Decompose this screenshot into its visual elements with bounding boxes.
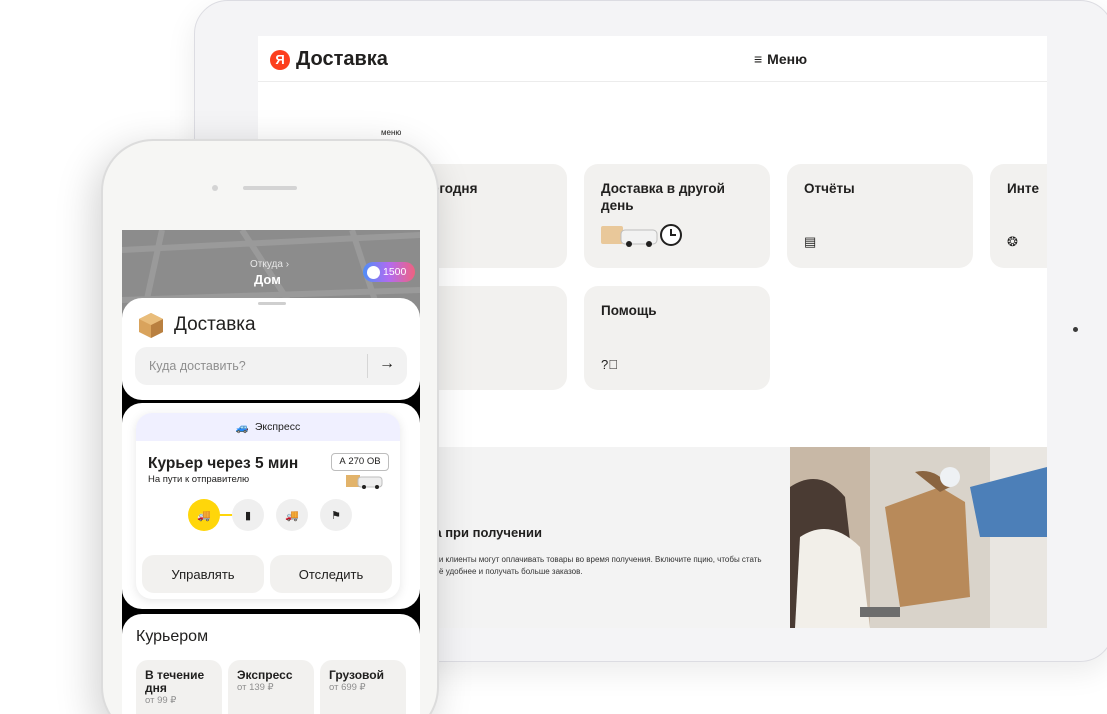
plus-points-value: 1500	[383, 266, 407, 278]
parcel-icon: ▮	[232, 499, 264, 531]
help-icon: ?⃝	[601, 357, 618, 372]
tile-title: Помощь	[601, 303, 657, 318]
truck-icon: 🚚	[276, 499, 308, 531]
site-logo[interactable]: Я Доставка	[270, 48, 388, 71]
order-progress: 🚚 ▮ 🚚 ⚑	[188, 499, 352, 533]
tariff-label: Экспресс	[254, 421, 301, 433]
from-value[interactable]: Дом	[254, 272, 281, 287]
tile-title: Доставка в другой день	[601, 181, 725, 213]
search-divider	[367, 354, 368, 378]
phone-speaker	[243, 186, 297, 190]
box-icon	[139, 313, 163, 338]
menu-label: Меню	[767, 51, 808, 67]
phone-screen: Откуда › Дом 1500 Доставка Куда доставит…	[122, 230, 420, 714]
sheet-handle[interactable]	[258, 302, 286, 305]
active-order-sheet: 🚙 Экспресс Курьер через 5 мин На пути к …	[122, 403, 420, 609]
option-price: от 99 ₽	[145, 695, 177, 706]
destination-sheet: Доставка Куда доставить? →	[122, 298, 420, 400]
from-label[interactable]: Откуда ›	[250, 259, 289, 270]
option-express[interactable]: Экспресс от 139 ₽	[228, 660, 314, 714]
plus-points-badge[interactable]: 1500	[363, 262, 415, 282]
courier-handover-photo	[790, 447, 1047, 628]
yandex-logo-icon: Я	[270, 49, 290, 70]
order-substatus: На пути к отправителю	[148, 474, 250, 485]
truck-icon: 🚚	[188, 499, 220, 531]
tablet-camera	[1073, 327, 1078, 332]
car-thumbnail-icon	[346, 475, 383, 489]
tile-help[interactable]: Помощь ?⃝	[584, 286, 770, 390]
plus-icon	[367, 265, 380, 279]
option-price: от 139 ₽	[237, 682, 274, 693]
tile-integrations[interactable]: Инте ❂	[990, 164, 1047, 268]
order-card[interactable]: 🚙 Экспресс Курьер через 5 мин На пути к …	[136, 413, 400, 599]
track-button[interactable]: Отследить	[270, 555, 392, 593]
car-clock-illustration-icon	[601, 224, 682, 247]
menu-button[interactable]: ≡ Меню	[754, 51, 807, 67]
tile-title: Отчёты	[804, 181, 855, 196]
logo-text: Доставка	[296, 48, 388, 70]
app-title: Доставка	[174, 314, 256, 335]
option-name: В течение дня	[145, 668, 205, 695]
option-name: Экспресс	[237, 668, 293, 682]
tariff-tag: 🚙 Экспресс	[136, 413, 400, 441]
banner-title: та при получении	[428, 525, 543, 540]
banner-text: аши клиенты могут оплачивать товары во в…	[428, 555, 762, 576]
option-price: от 699 ₽	[329, 682, 366, 693]
manage-button[interactable]: Управлять	[142, 555, 264, 593]
option-name: Грузовой	[329, 668, 384, 682]
courier-options-sheet: Курьером В течение дня от 99 ₽ Экспресс …	[122, 614, 420, 714]
section-caption: меню	[381, 128, 402, 137]
hamburger-icon: ≡	[754, 51, 763, 67]
courier-section-title: Курьером	[136, 628, 209, 645]
search-input[interactable]: Куда доставить?	[149, 359, 246, 373]
flag-icon: ⚑	[320, 499, 352, 531]
phone-camera	[212, 185, 218, 191]
promo-stage: Я Доставка ≡ Меню меню вка сегодня Доста…	[0, 0, 1107, 714]
tile-reports[interactable]: Отчёты ▤	[787, 164, 973, 268]
option-same-day[interactable]: В течение дня от 99 ₽	[136, 660, 222, 714]
report-icon: ▤	[804, 234, 817, 249]
license-plate: А 270 ОВ	[331, 453, 389, 471]
car-icon: 🚙	[235, 421, 249, 434]
puzzle-icon: ❂	[1007, 234, 1018, 249]
order-status: Курьер через 5 мин	[148, 455, 299, 472]
tile-title: Инте	[1007, 181, 1039, 196]
site-header: Я Доставка ≡ Меню	[258, 36, 1047, 82]
destination-search[interactable]: Куда доставить? →	[135, 347, 407, 385]
arrow-right-icon[interactable]: →	[379, 355, 395, 373]
tile-delivery-other-day[interactable]: Доставка в другой день	[584, 164, 770, 268]
option-cargo[interactable]: Грузовой от 699 ₽	[320, 660, 406, 714]
